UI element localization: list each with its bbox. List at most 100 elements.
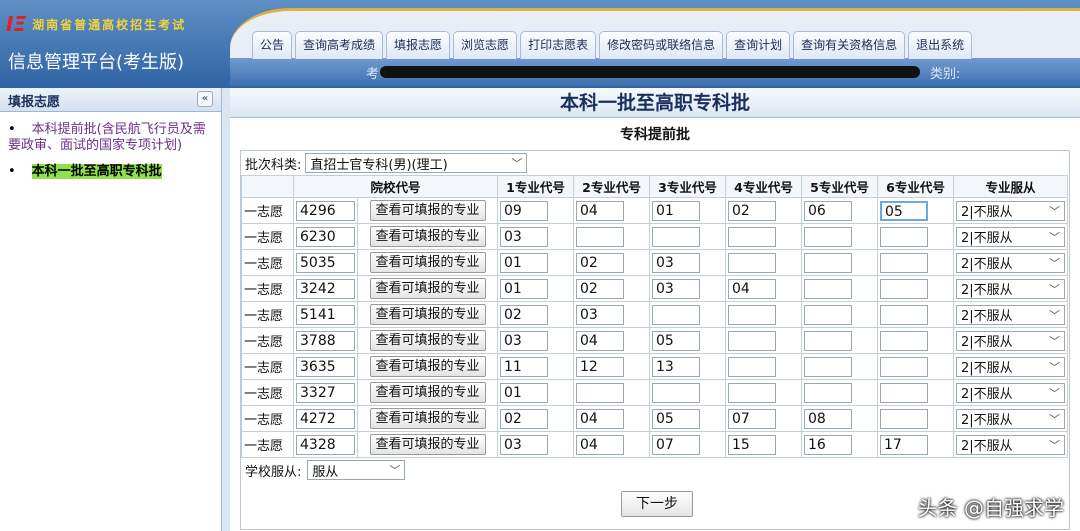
view-majors-button[interactable]: 查看可填报的专业 <box>369 278 486 299</box>
major-obey-select[interactable]: 2|不服从 ﹀ <box>956 434 1066 455</box>
major-code-input[interactable] <box>880 252 929 273</box>
major-code-input[interactable]: 02 <box>576 252 625 273</box>
major-code-input[interactable] <box>804 226 853 247</box>
school-obey-select[interactable]: 服从 ﹀ <box>307 460 406 480</box>
major-code-input[interactable] <box>652 382 701 403</box>
view-majors-button[interactable]: 查看可填报的专业 <box>369 382 486 403</box>
major-code-input[interactable]: 04 <box>576 408 625 429</box>
major-code-input[interactable]: 15 <box>728 434 777 455</box>
sidebar-item-label[interactable]: 本科提前批(含民航飞行员及需要政审、面试的国家专项计划) <box>8 122 206 153</box>
view-majors-button[interactable]: 查看可填报的专业 <box>369 226 486 247</box>
major-code-input[interactable]: 04 <box>576 200 625 221</box>
splitter[interactable] <box>222 88 230 531</box>
tab-8[interactable]: 退出系统 <box>908 31 973 59</box>
major-code-input[interactable]: 04 <box>576 330 625 351</box>
major-code-input[interactable]: 12 <box>576 356 625 377</box>
collapse-icon[interactable]: « <box>197 91 213 107</box>
major-code-input[interactable]: 11 <box>500 356 549 377</box>
major-code-input[interactable]: 02 <box>728 200 777 221</box>
major-code-input[interactable]: 07 <box>652 434 701 455</box>
major-code-input[interactable]: 13 <box>652 356 701 377</box>
school-code-input[interactable]: 3242 <box>296 278 355 299</box>
school-code-input[interactable]: 3635 <box>296 356 355 377</box>
school-code-input[interactable]: 4272 <box>296 408 355 429</box>
major-code-input[interactable]: 08 <box>804 408 853 429</box>
school-code-input[interactable]: 4328 <box>296 434 355 455</box>
major-code-input[interactable] <box>880 356 929 377</box>
major-code-input[interactable]: 02 <box>500 408 549 429</box>
school-code-input[interactable]: 3788 <box>296 330 355 351</box>
major-code-input[interactable] <box>880 408 929 429</box>
major-code-input[interactable]: 01 <box>500 252 549 273</box>
view-majors-button[interactable]: 查看可填报的专业 <box>369 304 486 325</box>
major-code-input[interactable] <box>880 304 929 325</box>
major-code-input[interactable]: 02 <box>500 304 549 325</box>
school-code-input[interactable]: 6230 <box>296 226 355 247</box>
view-majors-button[interactable]: 查看可填报的专业 <box>369 408 486 429</box>
school-code-input[interactable]: 5035 <box>296 252 355 273</box>
major-code-input[interactable] <box>804 252 853 273</box>
major-code-input[interactable]: 03 <box>500 330 549 351</box>
major-code-input[interactable]: 07 <box>728 408 777 429</box>
major-code-input[interactable]: 03 <box>576 304 625 325</box>
major-code-input[interactable] <box>728 382 777 403</box>
sidebar-item[interactable]: • 本科提前批(含民航飞行员及需要政审、面试的国家专项计划) <box>6 122 215 154</box>
view-majors-button[interactable]: 查看可填报的专业 <box>369 330 486 351</box>
major-code-input[interactable]: 05 <box>880 200 929 221</box>
major-obey-select[interactable]: 2|不服从 ﹀ <box>956 200 1066 221</box>
major-code-input[interactable]: 05 <box>652 408 701 429</box>
view-majors-button[interactable]: 查看可填报的专业 <box>369 252 486 273</box>
view-majors-button[interactable]: 查看可填报的专业 <box>369 434 486 455</box>
view-majors-button[interactable]: 查看可填报的专业 <box>369 356 486 377</box>
tab-1[interactable]: 查询高考成绩 <box>295 31 384 59</box>
tab-7[interactable]: 查询有关资格信息 <box>793 31 906 59</box>
major-code-input[interactable]: 04 <box>728 278 777 299</box>
major-obey-select[interactable]: 2|不服从 ﹀ <box>956 356 1066 377</box>
tab-6[interactable]: 查询计划 <box>726 31 791 59</box>
view-majors-button[interactable]: 查看可填报的专业 <box>369 200 486 221</box>
major-code-input[interactable] <box>576 226 625 247</box>
school-code-input[interactable]: 4296 <box>296 200 355 221</box>
tab-2[interactable]: 填报志愿 <box>386 31 451 59</box>
major-code-input[interactable] <box>728 330 777 351</box>
major-code-input[interactable] <box>880 278 929 299</box>
major-code-input[interactable] <box>880 382 929 403</box>
major-code-input[interactable] <box>728 226 777 247</box>
major-code-input[interactable] <box>576 382 625 403</box>
batch-select[interactable]: 直招士官专科(男)(理工) ﹀ <box>305 153 528 173</box>
major-code-input[interactable] <box>880 226 929 247</box>
major-code-input[interactable] <box>804 356 853 377</box>
major-code-input[interactable]: 03 <box>652 278 701 299</box>
school-code-input[interactable]: 5141 <box>296 304 355 325</box>
next-step-button[interactable]: 下一步 <box>621 491 693 517</box>
major-obey-select[interactable]: 2|不服从 ﹀ <box>956 252 1066 273</box>
major-code-input[interactable]: 01 <box>500 278 549 299</box>
major-code-input[interactable] <box>728 356 777 377</box>
major-obey-select[interactable]: 2|不服从 ﹀ <box>956 278 1066 299</box>
major-code-input[interactable]: 09 <box>500 200 549 221</box>
major-code-input[interactable] <box>728 252 777 273</box>
tab-5[interactable]: 修改密码或联络信息 <box>599 31 724 59</box>
major-code-input[interactable]: 03 <box>500 434 549 455</box>
tab-3[interactable]: 浏览志愿 <box>453 31 518 59</box>
major-code-input[interactable] <box>880 330 929 351</box>
major-code-input[interactable] <box>804 382 853 403</box>
major-code-input[interactable]: 16 <box>804 434 853 455</box>
tab-4[interactable]: 打印志愿表 <box>520 31 597 59</box>
major-code-input[interactable]: 05 <box>652 330 701 351</box>
major-obey-select[interactable]: 2|不服从 ﹀ <box>956 408 1066 429</box>
major-obey-select[interactable]: 2|不服从 ﹀ <box>956 382 1066 403</box>
major-code-input[interactable]: 01 <box>500 382 549 403</box>
major-code-input[interactable] <box>804 330 853 351</box>
major-code-input[interactable]: 04 <box>576 434 625 455</box>
sidebar-item[interactable]: • 本科一批至高职专科批 <box>6 164 215 180</box>
major-obey-select[interactable]: 2|不服从 ﹀ <box>956 226 1066 247</box>
tab-0[interactable]: 公告 <box>252 31 293 59</box>
major-obey-select[interactable]: 2|不服从 ﹀ <box>956 330 1066 351</box>
sidebar-item-label[interactable]: 本科一批至高职专科批 <box>31 164 162 179</box>
major-code-input[interactable] <box>652 226 701 247</box>
major-code-input[interactable] <box>728 304 777 325</box>
major-code-input[interactable]: 01 <box>652 200 701 221</box>
major-code-input[interactable]: 02 <box>576 278 625 299</box>
major-code-input[interactable] <box>804 304 853 325</box>
